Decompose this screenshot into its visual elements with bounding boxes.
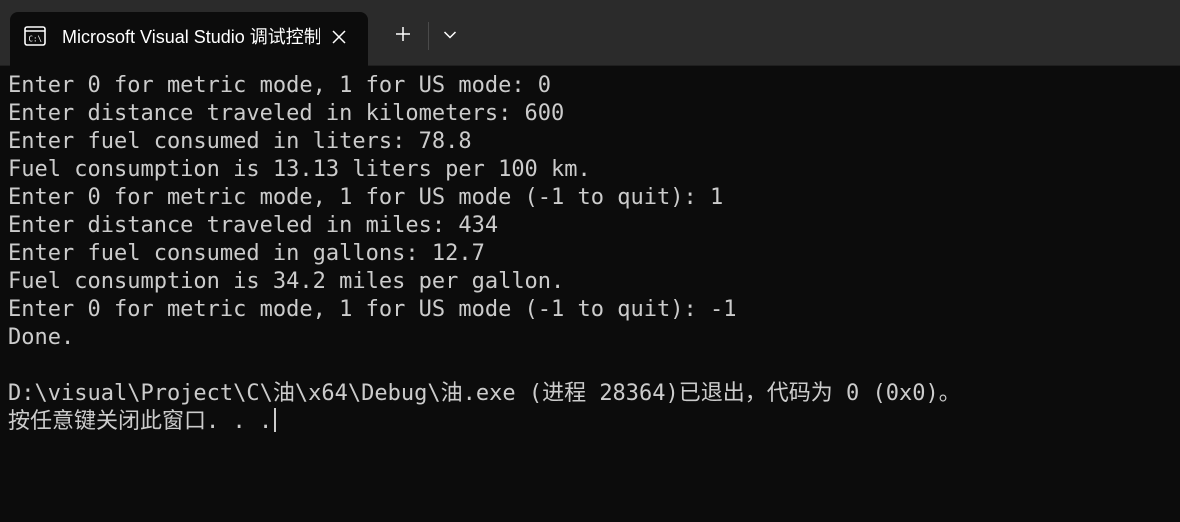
new-tab-button[interactable] xyxy=(384,20,422,52)
prompt-text: 按任意键关闭此窗口. . . xyxy=(8,409,273,434)
console-line: Fuel consumption is 34.2 miles per gallo… xyxy=(8,269,565,294)
tab-debug-console[interactable]: C:\ Microsoft Visual Studio 调试控制台 xyxy=(10,12,368,66)
console-line: Enter fuel consumed in liters: 78.8 xyxy=(8,129,472,154)
tab-title: Microsoft Visual Studio 调试控制台 xyxy=(62,27,320,47)
close-icon[interactable] xyxy=(326,24,352,50)
console-line: Fuel consumption is 13.13 liters per 100… xyxy=(8,157,591,182)
console-line: Enter distance traveled in miles: 434 xyxy=(8,213,499,238)
console-line: Done. xyxy=(8,325,75,350)
tab-dropdown-button[interactable] xyxy=(434,20,466,52)
console-line: Enter 0 for metric mode, 1 for US mode (… xyxy=(8,185,724,210)
svg-text:C:\: C:\ xyxy=(29,35,43,44)
console-line-exit-status: D:\visual\Project\C\油\x64\Debug\油.exe (进… xyxy=(8,381,961,406)
text-cursor xyxy=(274,408,277,432)
title-bar: C:\ Microsoft Visual Studio 调试控制台 xyxy=(0,0,1180,66)
tab-divider xyxy=(428,22,429,50)
console-line: Enter distance traveled in kilometers: 6… xyxy=(8,101,565,126)
console-line: Enter 0 for metric mode, 1 for US mode (… xyxy=(8,297,737,322)
plus-icon xyxy=(395,26,411,47)
console-lines: Enter 0 for metric mode, 1 for US mode: … xyxy=(8,72,961,436)
console-line: Enter 0 for metric mode, 1 for US mode: … xyxy=(8,73,552,98)
console-icon: C:\ xyxy=(24,26,46,46)
chevron-down-icon xyxy=(443,27,457,45)
console-line: Enter fuel consumed in gallons: 12.7 xyxy=(8,241,485,266)
console-line-prompt: 按任意键关闭此窗口. . . xyxy=(8,408,961,436)
console-output[interactable]: Enter 0 for metric mode, 1 for US mode: … xyxy=(0,66,1180,522)
